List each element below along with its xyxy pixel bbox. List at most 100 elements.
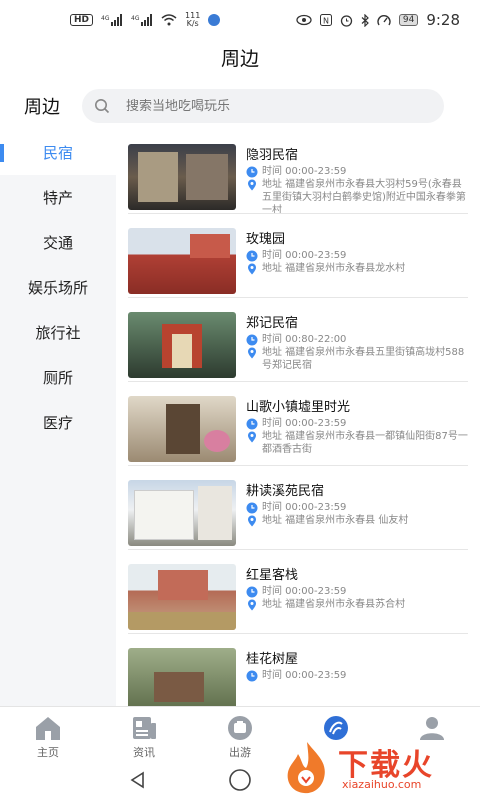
- sidebar-item-transport[interactable]: 交通: [0, 220, 116, 265]
- list-item[interactable]: 郑记民宿 时间 00:80-22:00 地址 福建省泉州市永春县五里街镇高垅村5…: [128, 298, 468, 382]
- listing-time: 时间 00:00-23:59: [262, 670, 347, 681]
- speedometer-icon: [377, 14, 391, 25]
- svg-text:4G: 4G: [101, 15, 110, 22]
- list-item[interactable]: 玫瑰园 时间 00:00-23:59 地址 福建省泉州市永春县龙水村: [128, 214, 468, 298]
- bluetooth-icon: [361, 13, 369, 27]
- location-pin-icon: [248, 431, 256, 443]
- listing-info: 郑记民宿 时间 00:80-22:00 地址 福建省泉州市永春县五里街镇高垅村5…: [246, 312, 468, 381]
- clock: 9:28: [426, 11, 460, 29]
- listing-time-row: 时间 00:00-23:59: [246, 417, 468, 430]
- search-label: 周边: [24, 97, 60, 118]
- sidebar-item-travel-agency[interactable]: 旅行社: [0, 310, 116, 355]
- app-notification-icon: [208, 14, 221, 26]
- clock-icon: [246, 670, 258, 682]
- listing-name: 红星客栈: [246, 568, 299, 583]
- sidebar-item-medical[interactable]: 医疗: [0, 400, 116, 445]
- list-item[interactable]: 桂花树屋 时间 00:00-23:59: [128, 634, 468, 706]
- listing-time: 时间 00:00-23:59: [262, 418, 347, 429]
- listing-photo: [128, 480, 236, 546]
- search-icon: [95, 99, 110, 114]
- listing-time-row: 时间 00:80-22:00: [246, 333, 468, 346]
- list-item[interactable]: 红星客栈 时间 00:00-23:59 地址 福建省泉州市永春县苏合村: [128, 550, 468, 634]
- sidebar-item-specialty[interactable]: 特产: [0, 175, 116, 220]
- listing-address: 地址 福建省泉州市永春县五里街镇高垅村588号郑记民宿: [262, 347, 465, 371]
- listing-address: 地址 福建省泉州市永春县一都镇仙阳街87号一都酒香古街: [262, 431, 468, 455]
- location-pin-icon: [248, 599, 256, 611]
- nfc-icon: N: [319, 14, 332, 26]
- listing-address: 地址 福建省泉州市永春县苏合村: [262, 599, 406, 610]
- listing-time-row: 时间 00:00-23:59: [246, 501, 468, 514]
- location-pin-icon: [248, 263, 256, 275]
- travel-icon: [228, 716, 252, 740]
- listing-address: 地址 福建省泉州市永春县 仙友村: [262, 515, 409, 526]
- tab-home-label: 主页: [37, 746, 59, 759]
- listing-address: 地址 福建省泉州市永春县大羽村59号(永春县五里街镇大羽村白鹤拳史馆)附近中国永…: [262, 179, 466, 213]
- listing-time: 时间 00:00-23:59: [262, 586, 347, 597]
- location-pin-icon: [248, 515, 256, 527]
- wifi-icon: [161, 14, 177, 26]
- search-row: 周边: [0, 82, 480, 130]
- back-icon[interactable]: [128, 770, 148, 790]
- sidebar-item-entertainment[interactable]: 娱乐场所: [0, 265, 116, 310]
- alarm-icon: [340, 14, 353, 27]
- search-input[interactable]: [126, 98, 406, 114]
- tab-news-label: 资讯: [133, 746, 155, 759]
- clock-icon: [246, 502, 258, 514]
- listing-name: 玫瑰园: [246, 232, 286, 247]
- svg-text:4G: 4G: [131, 15, 140, 22]
- listing-photo: [128, 144, 236, 210]
- status-right: N 94 9:28: [296, 11, 460, 29]
- tab-home[interactable]: 主页: [0, 707, 96, 760]
- clock-icon: [246, 418, 258, 430]
- svg-text:N: N: [323, 17, 329, 26]
- list-item[interactable]: 隐羽民宿 时间 00:00-23:59 地址 福建省泉州市永春县大羽村59号(永…: [128, 130, 468, 214]
- sidebar-item-toilet[interactable]: 厕所: [0, 355, 116, 400]
- listing-time-row: 时间 00:00-23:59: [246, 669, 468, 682]
- location-pin-icon: [248, 347, 256, 359]
- sidebar-item-homestay[interactable]: 民宿: [0, 130, 116, 175]
- listing-photo: [128, 312, 236, 378]
- listing-address-row: 地址 福建省泉州市永春县大羽村59号(永春县五里街镇大羽村白鹤拳史馆)附近中国永…: [246, 178, 468, 213]
- listing-time: 时间 00:00-23:59: [262, 166, 347, 177]
- location-pin-icon: [248, 179, 256, 191]
- tab-travel[interactable]: 出游: [192, 707, 288, 760]
- page-title: 周边: [220, 48, 259, 70]
- listing-name: 耕读溪苑民宿: [246, 484, 325, 499]
- eye-icon: [296, 14, 312, 26]
- signal-icon: 4G: [101, 14, 123, 26]
- listing-photo: [128, 564, 236, 630]
- net-speed-unit: K/s: [186, 19, 199, 28]
- tab-news[interactable]: 资讯: [96, 707, 192, 760]
- content-area: 民宿 特产 交通 娱乐场所 旅行社 厕所 医疗 隐羽民宿 时间 00:00-23…: [0, 130, 480, 706]
- clock-icon: [246, 250, 258, 262]
- search-box[interactable]: [82, 89, 444, 123]
- listing-time-row: 时间 00:00-23:59: [246, 165, 468, 178]
- status-left: HD 4G 4G 111 K/s: [70, 12, 221, 28]
- clock-icon: [246, 334, 258, 346]
- news-icon: [133, 717, 156, 739]
- listing-address-row: 地址 福建省泉州市永春县五里街镇高垅村588号郑记民宿: [246, 346, 468, 372]
- list-item[interactable]: 山歌小镇墟里时光 时间 00:00-23:59 地址 福建省泉州市永春县一都镇仙…: [128, 382, 468, 466]
- listing-time-row: 时间 00:00-23:59: [246, 249, 468, 262]
- status-bar: HD 4G 4G 111 K/s N 94 9:28: [0, 0, 480, 40]
- listing-list: 隐羽民宿 时间 00:00-23:59 地址 福建省泉州市永春县大羽村59号(永…: [116, 130, 480, 706]
- home-button-icon[interactable]: [228, 768, 252, 792]
- listing-name: 郑记民宿: [246, 316, 299, 331]
- listing-time: 时间 00:80-22:00: [262, 334, 347, 345]
- listing-info: 耕读溪苑民宿 时间 00:00-23:59 地址 福建省泉州市永春县 仙友村: [246, 480, 468, 549]
- listing-info: 玫瑰园 时间 00:00-23:59 地址 福建省泉州市永春县龙水村: [246, 228, 468, 297]
- listing-address-row: 地址 福建省泉州市永春县苏合村: [246, 598, 468, 611]
- watermark-subtext: xiazaihuo.com: [342, 778, 422, 791]
- battery-icon: 94: [398, 14, 419, 26]
- listing-address-row: 地址 福建省泉州市永春县一都镇仙阳街87号一都酒香古街: [246, 430, 468, 456]
- listing-info: 红星客栈 时间 00:00-23:59 地址 福建省泉州市永春县苏合村: [246, 564, 468, 633]
- net-speed: 111 K/s: [185, 12, 200, 28]
- listing-info: 山歌小镇墟里时光 时间 00:00-23:59 地址 福建省泉州市永春县一都镇仙…: [246, 396, 468, 465]
- listing-time-row: 时间 00:00-23:59: [246, 585, 468, 598]
- listing-photo: [128, 396, 236, 462]
- signal-icon-2: 4G: [131, 14, 153, 26]
- list-item[interactable]: 耕读溪苑民宿 时间 00:00-23:59 地址 福建省泉州市永春县 仙友村: [128, 466, 468, 550]
- listing-address-row: 地址 福建省泉州市永春县龙水村: [246, 262, 468, 275]
- listing-photo: [128, 648, 236, 706]
- hd-badge: HD: [70, 14, 94, 26]
